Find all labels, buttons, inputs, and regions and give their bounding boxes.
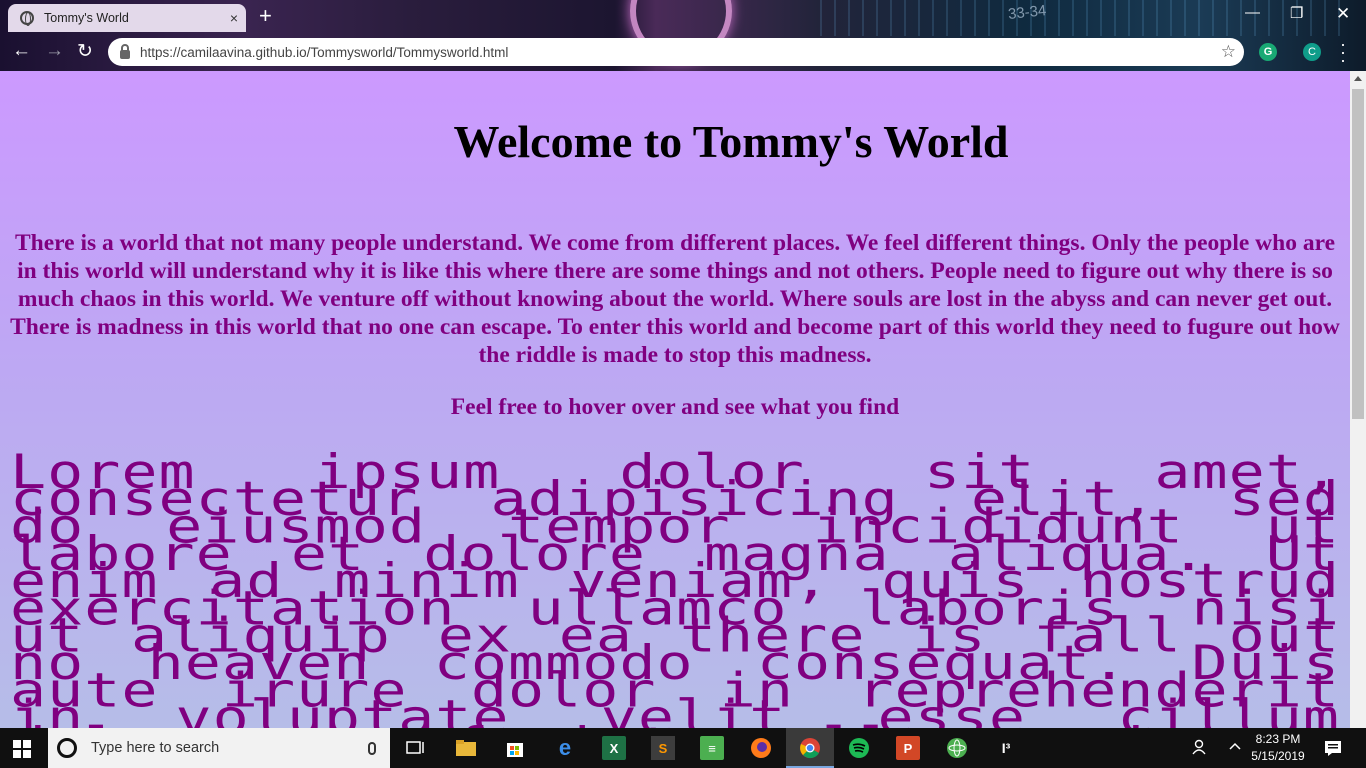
file-explorer-icon[interactable] bbox=[454, 736, 478, 760]
chrome-icon[interactable] bbox=[798, 736, 822, 760]
microphone-icon[interactable] bbox=[368, 741, 376, 755]
intro-paragraph: There is a world that not many people un… bbox=[10, 230, 1340, 368]
forward-button[interactable]: → bbox=[45, 40, 64, 62]
cortana-icon bbox=[57, 738, 77, 758]
globe-icon bbox=[20, 11, 34, 26]
theme-pattern-decoration bbox=[820, 0, 1340, 36]
close-window-button[interactable]: ✕ bbox=[1336, 4, 1350, 24]
new-tab-button[interactable]: + bbox=[259, 4, 272, 28]
page-content: Welcome to Tommy's World There is a worl… bbox=[0, 71, 1350, 728]
tab-tommys-world[interactable]: Tommy's World × bbox=[8, 4, 246, 32]
back-button[interactable]: ← bbox=[12, 40, 31, 62]
atom-icon[interactable] bbox=[945, 736, 969, 760]
reload-button[interactable]: ↻ bbox=[77, 40, 93, 63]
minimize-button[interactable]: — bbox=[1245, 4, 1260, 21]
people-icon[interactable] bbox=[1192, 738, 1210, 759]
windows-start-icon[interactable] bbox=[13, 740, 31, 758]
lock-icon bbox=[120, 44, 130, 59]
url-text[interactable]: https://camilaavina.github.io/Tommysworl… bbox=[140, 45, 1221, 60]
bookmark-star-icon[interactable]: ☆ bbox=[1221, 42, 1236, 62]
hover-hint-text: Feel free to hover over and see what you… bbox=[450, 394, 900, 420]
browser-chrome: 33-34 Tommy's World × + — ❐ ✕ ← → ↻ http… bbox=[0, 0, 1366, 71]
powerpoint-icon[interactable]: P bbox=[896, 736, 920, 760]
excel-icon[interactable]: X bbox=[602, 736, 626, 760]
clock-date: 5/15/2019 bbox=[1251, 749, 1305, 763]
tab-close-icon[interactable]: × bbox=[230, 10, 238, 26]
chrome-menu-icon[interactable]: · · · bbox=[1340, 35, 1346, 69]
notifications-icon[interactable] bbox=[1324, 739, 1342, 760]
profile-avatar[interactable]: C bbox=[1303, 43, 1321, 61]
vertical-scrollbar[interactable] bbox=[1350, 71, 1366, 728]
tab-title: Tommy's World bbox=[44, 11, 129, 25]
maximize-button[interactable]: ❐ bbox=[1290, 4, 1303, 22]
store-icon[interactable] bbox=[503, 736, 527, 760]
page-viewport: Welcome to Tommy's World There is a worl… bbox=[0, 71, 1366, 728]
windows-taskbar: Type here to search e X S ≡ P I³ 8:23 PM… bbox=[0, 728, 1366, 768]
tray-chevron-up-icon[interactable] bbox=[1228, 738, 1242, 759]
scroll-up-arrow-icon[interactable] bbox=[1354, 76, 1362, 81]
jetbrains-icon[interactable]: I³ bbox=[994, 736, 1018, 760]
clock-time: 8:23 PM bbox=[1255, 732, 1301, 746]
page-title: Welcome to Tommy's World bbox=[453, 116, 1009, 167]
scrollbar-thumb[interactable] bbox=[1352, 89, 1364, 419]
firefox-icon[interactable] bbox=[749, 736, 773, 760]
task-view-icon[interactable] bbox=[404, 736, 428, 760]
grammarly-extension-icon[interactable]: G bbox=[1259, 43, 1277, 61]
hover-lorem-text[interactable]: Lorem ipsum dolor sit amet, consectetur … bbox=[10, 449, 1340, 728]
files-icon[interactable]: ≡ bbox=[700, 736, 724, 760]
taskbar-search-box[interactable]: Type here to search bbox=[48, 728, 390, 768]
taskbar-clock[interactable]: 8:23 PM 5/15/2019 bbox=[1248, 731, 1308, 765]
address-bar[interactable]: https://camilaavina.github.io/Tommysworl… bbox=[108, 38, 1244, 66]
spotify-icon[interactable] bbox=[847, 736, 871, 760]
edge-icon[interactable]: e bbox=[553, 735, 577, 760]
search-placeholder: Type here to search bbox=[91, 740, 220, 756]
sublime-icon[interactable]: S bbox=[651, 736, 675, 760]
